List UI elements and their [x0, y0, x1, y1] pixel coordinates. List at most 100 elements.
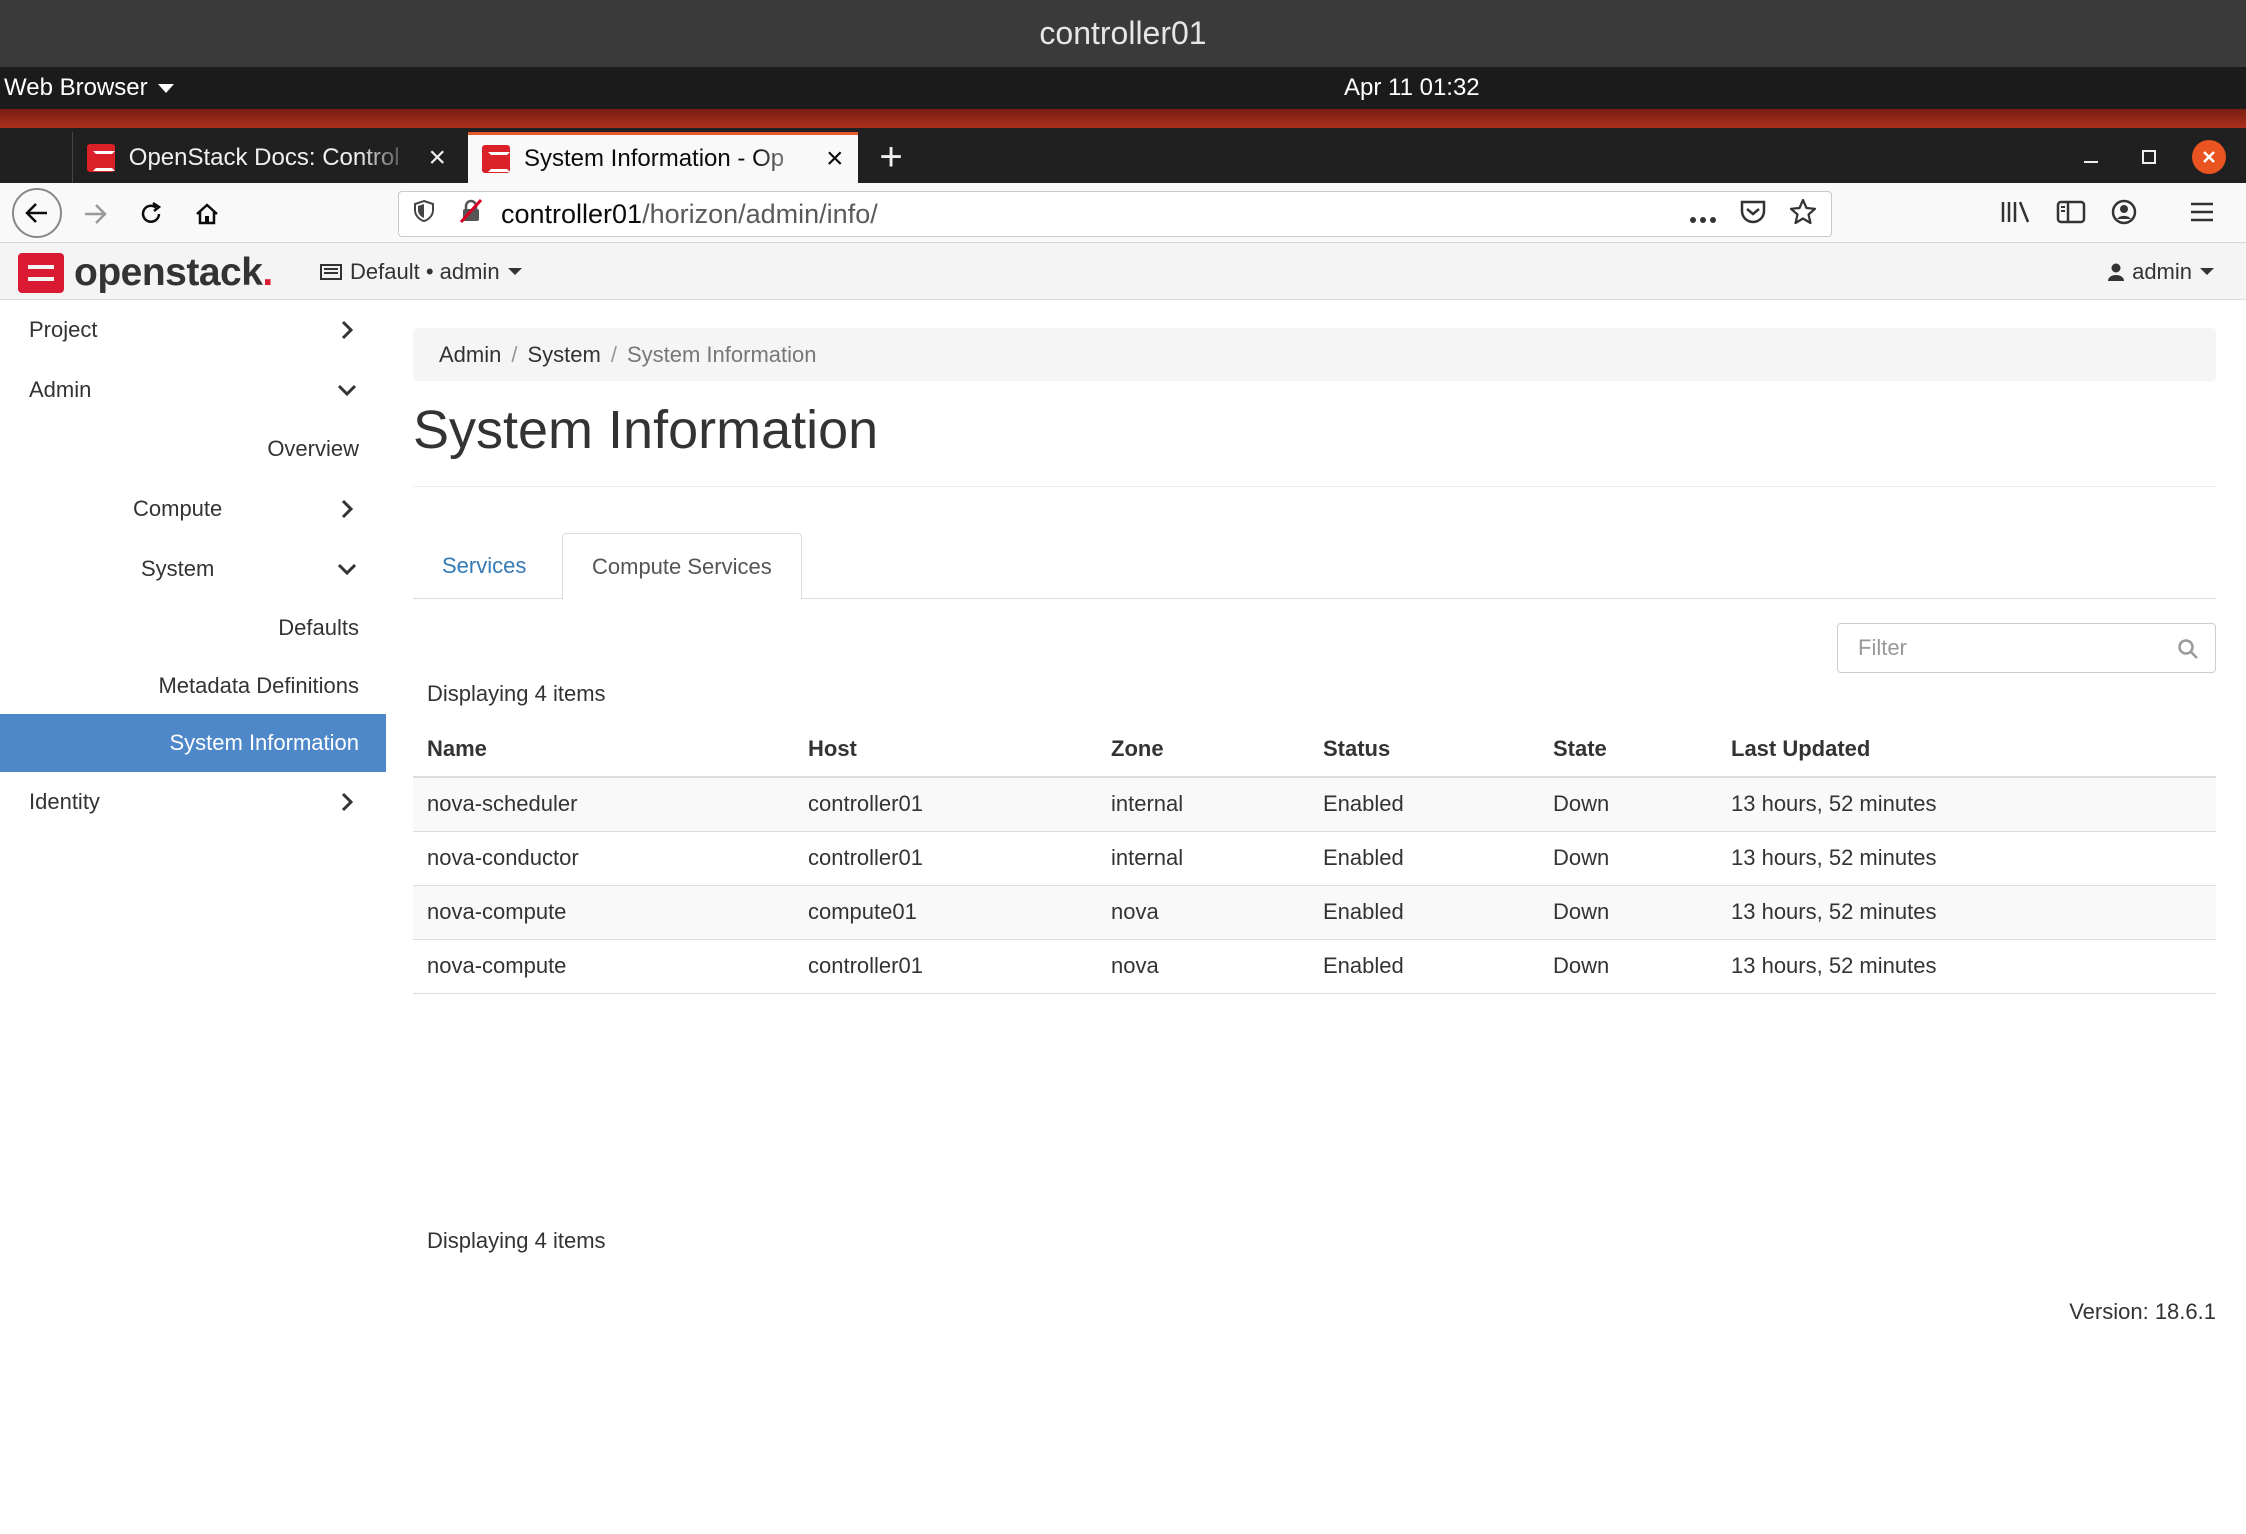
back-button[interactable] — [12, 188, 62, 238]
project-selector[interactable]: Default • admin — [320, 243, 522, 300]
user-menu-label: admin — [2132, 258, 2192, 284]
column-header-zone: Zone — [1097, 721, 1309, 778]
toolbar-right — [2000, 191, 2216, 237]
insecure-lock-icon[interactable] — [459, 198, 489, 231]
horizon-dashboard: openstack. Default • admin admin Project… — [0, 243, 2246, 1534]
sidebar-item-system-information[interactable]: System Information — [0, 714, 386, 772]
browser-tab-system-information[interactable]: System Information - Op × — [468, 132, 858, 183]
sidebar-item-overview[interactable]: Overview — [0, 420, 386, 478]
table-row: nova-compute compute01 nova Enabled Down… — [413, 885, 2216, 940]
app-menu-label: Web Browser — [4, 74, 148, 101]
tab-bar: Services Compute Services — [413, 533, 2216, 600]
cell-zone: nova — [1097, 939, 1309, 994]
cell-status: Enabled — [1309, 831, 1539, 886]
breadcrumb: Admin / System / System Information — [413, 328, 2216, 381]
openstack-favicon-icon — [87, 143, 115, 172]
breadcrumb-system[interactable]: System — [527, 342, 600, 368]
horizon-header: openstack. Default • admin admin — [0, 243, 2246, 300]
user-menu[interactable]: admin — [2108, 243, 2214, 300]
sidebar-item-metadata-definitions[interactable]: Metadata Definitions — [0, 657, 386, 715]
browser-tab-docs[interactable]: OpenStack Docs: Control × — [72, 132, 460, 183]
sidebar-item-system[interactable]: System — [0, 540, 386, 598]
url-path: /horizon/admin/info/ — [642, 198, 878, 229]
url-text[interactable]: controller01/horizon/admin/info/ — [501, 199, 878, 230]
chevron-right-icon — [341, 499, 354, 519]
sidebar-item-label: System Information — [169, 730, 359, 755]
tab-title: System Information - Op — [524, 145, 785, 172]
sidebar-toggle-icon[interactable] — [2056, 199, 2086, 230]
pocket-icon[interactable] — [1739, 199, 1767, 232]
caret-down-icon — [157, 83, 174, 93]
address-bar[interactable]: controller01/horizon/admin/info/ — [398, 191, 1832, 237]
cell-state: Down — [1539, 939, 1717, 994]
tab-title: OpenStack Docs: Control — [128, 143, 400, 171]
cell-status: Enabled — [1309, 777, 1539, 832]
version-label: Version: 18.6.1 — [2069, 1299, 2216, 1324]
breadcrumb-separator: / — [511, 341, 518, 367]
tab-strip: OpenStack Docs: Control × System Informa… — [0, 128, 2246, 183]
table-header-row: Name Host Zone Status State Last Updated — [413, 721, 2216, 778]
column-header-last-updated: Last Updated — [1717, 721, 2216, 778]
window-close-button[interactable] — [2192, 140, 2226, 174]
item-count: Displaying 4 items — [427, 681, 606, 706]
project-icon — [320, 263, 342, 280]
new-tab-button[interactable]: + — [866, 132, 916, 183]
chevron-right-icon — [341, 792, 354, 812]
cell-status: Enabled — [1309, 885, 1539, 940]
cell-zone: nova — [1097, 885, 1309, 940]
table-row: nova-compute controller01 nova Enabled D… — [413, 939, 2216, 994]
sidebar-item-admin[interactable]: Admin — [0, 361, 386, 419]
library-icon[interactable] — [2000, 199, 2032, 230]
project-selector-label: Default • admin — [350, 258, 500, 284]
reload-button[interactable] — [128, 191, 174, 237]
gnome-top-bar: Web Browser Apr 11 01:32 — [0, 67, 2246, 109]
account-icon[interactable] — [2110, 198, 2138, 231]
cell-last-updated: 13 hours, 52 minutes — [1717, 831, 2216, 886]
sidebar-item-identity[interactable]: Identity — [0, 773, 386, 831]
sidebar-item-compute[interactable]: Compute — [0, 480, 386, 538]
cell-state: Down — [1539, 831, 1717, 886]
tab-services[interactable]: Services — [413, 533, 555, 599]
bookmark-star-icon[interactable] — [1789, 198, 1817, 233]
cell-last-updated: 13 hours, 52 minutes — [1717, 777, 2216, 832]
sidebar-item-project[interactable]: Project — [0, 301, 386, 359]
caret-down-icon — [2200, 268, 2214, 275]
chevron-down-icon — [337, 563, 357, 576]
cell-zone: internal — [1097, 831, 1309, 886]
maximize-button[interactable] — [2132, 140, 2166, 174]
breadcrumb-admin[interactable]: Admin — [439, 342, 501, 368]
sidebar-item-label: System — [141, 556, 215, 581]
shield-icon[interactable] — [413, 199, 443, 230]
filter-placeholder: Filter — [1858, 635, 1907, 660]
url-host: controller01 — [501, 198, 643, 229]
sidebar-item-label: Compute — [133, 496, 223, 521]
cell-last-updated: 13 hours, 52 minutes — [1717, 939, 2216, 994]
home-button[interactable] — [184, 191, 230, 237]
clock[interactable]: Apr 11 01:32 — [1344, 67, 1480, 109]
close-icon[interactable]: × — [428, 142, 446, 173]
item-count-footer: Displaying 4 items — [427, 1228, 606, 1253]
cell-state: Down — [1539, 777, 1717, 832]
filter-input[interactable]: Filter — [1837, 623, 2216, 673]
cell-status: Enabled — [1309, 939, 1539, 994]
cell-name: nova-conductor — [413, 831, 794, 886]
page-actions-icon[interactable] — [1689, 200, 1717, 231]
cell-host: controller01 — [794, 777, 1097, 832]
sidebar-item-label: Defaults — [278, 615, 359, 640]
hamburger-menu-icon[interactable] — [2188, 200, 2216, 229]
sidebar-item-label: Admin — [29, 377, 92, 402]
search-icon[interactable] — [2177, 638, 2199, 660]
openstack-logo[interactable]: openstack. — [18, 251, 273, 295]
tab-compute-services[interactable]: Compute Services — [562, 533, 802, 600]
forward-button[interactable] — [72, 191, 118, 237]
minimize-button[interactable] — [2074, 140, 2108, 174]
divider — [413, 486, 2216, 487]
user-icon — [2108, 263, 2125, 281]
page-title: System Information — [413, 400, 879, 460]
sidebar-item-defaults[interactable]: Defaults — [0, 599, 386, 657]
caret-down-icon — [507, 268, 522, 275]
breadcrumb-current: System Information — [626, 341, 817, 367]
app-menu[interactable]: Web Browser — [4, 67, 174, 109]
cell-name: nova-compute — [413, 885, 794, 940]
close-icon[interactable]: × — [826, 144, 844, 174]
